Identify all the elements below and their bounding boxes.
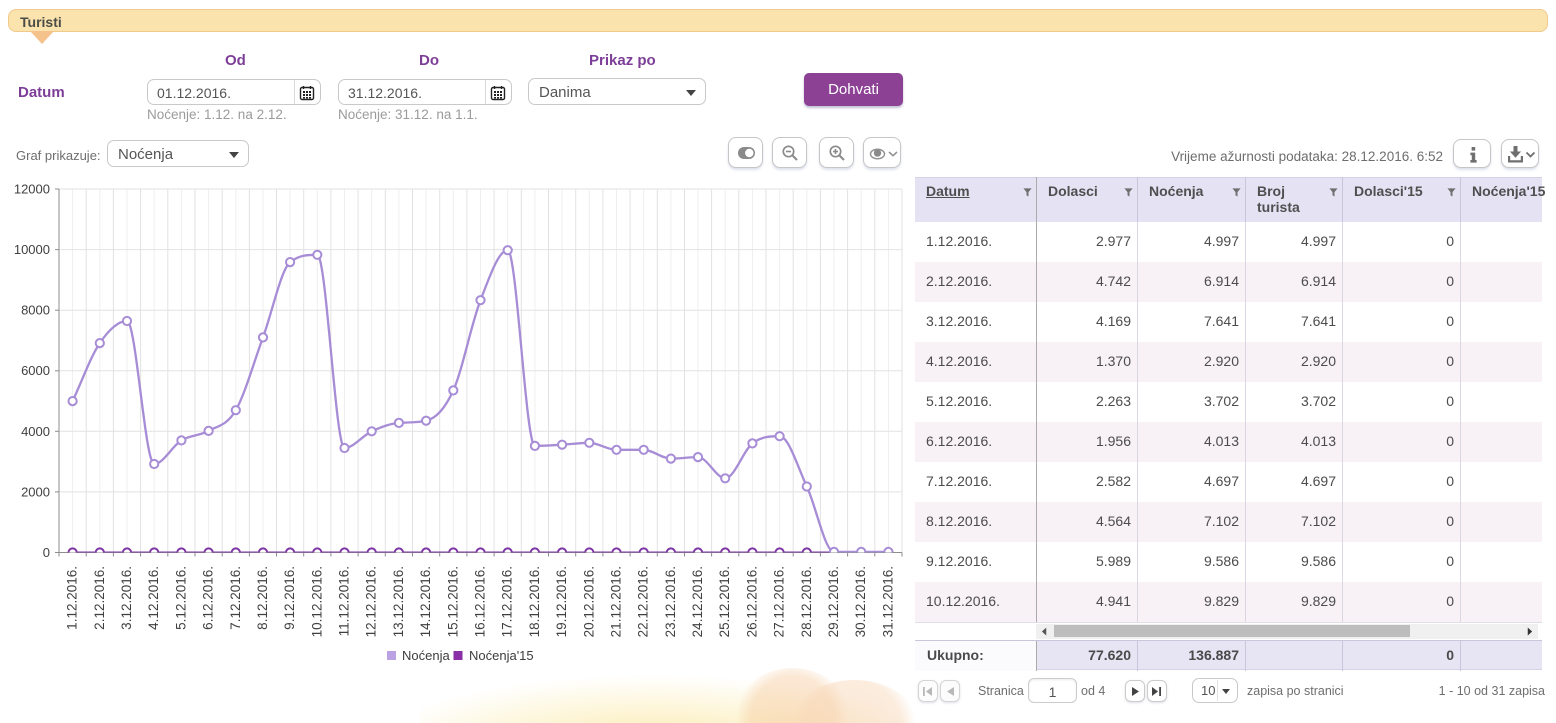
svg-text:9.12.2016.: 9.12.2016.: [282, 566, 297, 630]
svg-text:23.12.2016.: 23.12.2016.: [663, 566, 678, 637]
svg-text:20.12.2016.: 20.12.2016.: [581, 566, 596, 637]
svg-text:10000: 10000: [14, 242, 50, 257]
svg-text:28.12.2016.: 28.12.2016.: [799, 566, 814, 637]
svg-text:0: 0: [43, 545, 50, 560]
svg-text:4000: 4000: [21, 424, 50, 439]
svg-text:22.12.2016.: 22.12.2016.: [636, 566, 651, 637]
svg-text:17.12.2016.: 17.12.2016.: [500, 566, 515, 637]
svg-text:Noćenja: Noćenja: [402, 648, 450, 663]
svg-text:15.12.2016.: 15.12.2016.: [445, 566, 460, 637]
svg-text:19.12.2016.: 19.12.2016.: [554, 566, 569, 637]
svg-text:16.12.2016.: 16.12.2016.: [473, 566, 488, 637]
svg-text:8.12.2016.: 8.12.2016.: [255, 566, 270, 630]
svg-text:25.12.2016.: 25.12.2016.: [717, 566, 732, 637]
svg-text:30.12.2016.: 30.12.2016.: [853, 566, 868, 637]
svg-text:29.12.2016.: 29.12.2016.: [826, 566, 841, 637]
svg-text:1.12.2016.: 1.12.2016.: [65, 566, 80, 630]
svg-text:31.12.2016.: 31.12.2016.: [880, 566, 895, 637]
svg-text:Noćenja'15: Noćenja'15: [469, 648, 534, 663]
svg-text:3.12.2016.: 3.12.2016.: [119, 566, 134, 630]
svg-text:7.12.2016.: 7.12.2016.: [228, 566, 243, 630]
svg-text:13.12.2016.: 13.12.2016.: [391, 566, 406, 637]
svg-text:21.12.2016.: 21.12.2016.: [609, 566, 624, 637]
svg-text:12.12.2016.: 12.12.2016.: [364, 566, 379, 637]
svg-text:6000: 6000: [21, 363, 50, 378]
svg-text:11.12.2016.: 11.12.2016.: [337, 566, 352, 636]
svg-text:2.12.2016.: 2.12.2016.: [92, 566, 107, 630]
svg-text:24.12.2016.: 24.12.2016.: [690, 566, 705, 637]
svg-text:10.12.2016.: 10.12.2016.: [309, 566, 324, 637]
svg-text:5.12.2016.: 5.12.2016.: [173, 566, 188, 630]
svg-text:27.12.2016.: 27.12.2016.: [772, 566, 787, 637]
svg-text:8000: 8000: [21, 303, 50, 318]
svg-text:18.12.2016.: 18.12.2016.: [527, 566, 542, 637]
svg-text:6.12.2016.: 6.12.2016.: [201, 566, 216, 630]
svg-text:26.12.2016.: 26.12.2016.: [744, 566, 759, 637]
svg-text:14.12.2016.: 14.12.2016.: [418, 566, 433, 637]
svg-text:4.12.2016.: 4.12.2016.: [146, 566, 161, 630]
svg-text:2000: 2000: [21, 484, 50, 499]
svg-text:12000: 12000: [14, 182, 50, 197]
